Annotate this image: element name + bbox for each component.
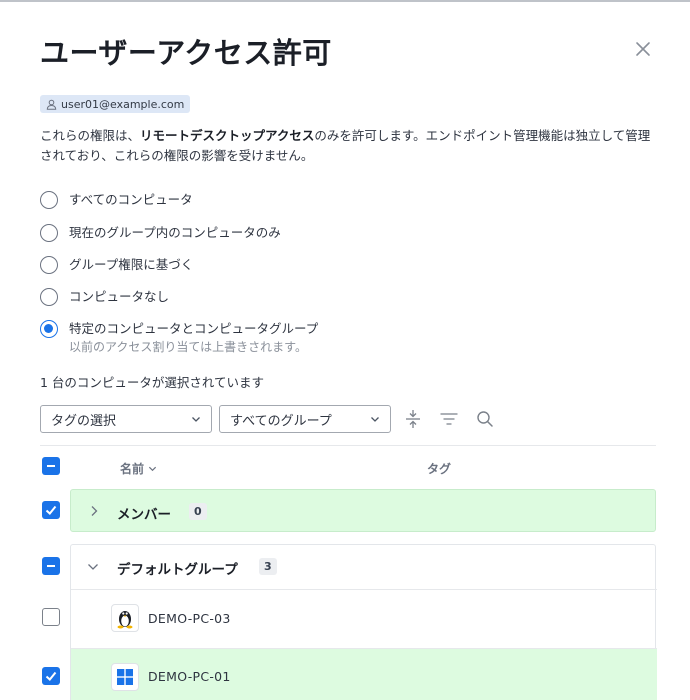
option-label-block: 特定のコンピュータとコンピュータグループ 以前のアクセス割り当ては上書きされます… [69, 320, 318, 356]
computer-row-demo-pc-03[interactable]: DEMO-PC-03 [71, 590, 657, 648]
chevron-down-icon[interactable] [87, 562, 99, 572]
check-icon [45, 671, 57, 681]
group-checkbox-default[interactable] [42, 557, 60, 575]
close-icon[interactable] [632, 38, 654, 60]
indeterminate-icon [47, 465, 55, 467]
option-specific-computers[interactable]: 特定のコンピュータとコンピュータグループ 以前のアクセス割り当ては上書きされます… [40, 320, 318, 356]
computer-checkbox-demo-pc-03[interactable] [42, 608, 60, 626]
filter-icon[interactable] [438, 408, 460, 430]
user-icon [46, 99, 57, 110]
column-header-name[interactable]: 名前 [120, 460, 157, 477]
column-name-label: 名前 [120, 462, 145, 476]
expand-collapse-icon[interactable] [402, 408, 424, 430]
column-header-tag: タグ [427, 462, 452, 476]
option-current-group[interactable]: 現在のグループ内のコンピュータのみ [40, 224, 281, 242]
tag-select-value: タグの選択 [51, 413, 117, 429]
group-name: デフォルトグループ [117, 562, 238, 578]
radio-button[interactable] [40, 288, 58, 306]
group-count-badge: 3 [259, 558, 277, 575]
option-no-computers[interactable]: コンピュータなし [40, 288, 169, 306]
option-sublabel: 以前のアクセス割り当ては上書きされます。 [69, 340, 307, 354]
selection-count: 1 台のコンピュータが選択されています [40, 375, 265, 390]
indeterminate-icon [47, 565, 55, 567]
chevron-down-icon [149, 466, 157, 472]
option-label: グループ権限に基づく [69, 257, 194, 272]
description-bold: リモートデスクトップアクセス [140, 128, 315, 143]
description-text-1: これらの権限は、 [40, 128, 141, 143]
radio-button-selected[interactable] [40, 320, 58, 338]
top-border [0, 0, 690, 2]
chevron-down-icon [371, 417, 379, 422]
option-label: コンピュータなし [69, 289, 170, 304]
computer-name: DEMO-PC-01 [148, 669, 231, 684]
option-group-permission[interactable]: グループ権限に基づく [40, 256, 193, 274]
radio-button[interactable] [40, 191, 58, 209]
tag-select[interactable]: タグの選択 [40, 405, 212, 433]
user-badge: user01@example.com [40, 95, 191, 113]
chevron-down-icon [192, 417, 200, 422]
radio-button[interactable] [40, 256, 58, 274]
user-email: user01@example.com [61, 97, 185, 111]
windows-icon [111, 663, 139, 691]
group-name: メンバー [117, 507, 171, 523]
dialog-title: ユーザーアクセス許可 [40, 36, 332, 70]
permission-description: これらの権限は、リモートデスクトップアクセスのみを許可します。エンドポイント管理… [40, 126, 660, 166]
group-row-members[interactable]: メンバー 0 [70, 489, 656, 532]
search-icon[interactable] [474, 408, 496, 430]
group-checkbox-members[interactable] [42, 501, 60, 519]
check-icon [45, 505, 57, 515]
option-label: すべてのコンピュータ [69, 192, 193, 207]
option-label: 特定のコンピュータとコンピュータグループ [69, 321, 319, 336]
computer-checkbox-demo-pc-01[interactable] [42, 667, 60, 685]
option-label: 現在のグループ内のコンピュータのみ [69, 225, 281, 240]
group-count-badge: 0 [189, 503, 207, 520]
group-select[interactable]: すべてのグループ [219, 405, 391, 433]
computer-name: DEMO-PC-03 [148, 611, 231, 626]
computer-row-demo-pc-01[interactable]: DEMO-PC-01 [71, 649, 657, 700]
group-row-default: デフォルトグループ 3 DEMO-PC-03 DEMO-PC-01 [70, 544, 657, 700]
radio-button[interactable] [40, 224, 58, 242]
group-select-value: すべてのグループ [230, 413, 332, 429]
linux-icon [111, 604, 139, 632]
chevron-right-icon[interactable] [89, 505, 99, 517]
option-all-computers[interactable]: すべてのコンピュータ [40, 191, 193, 209]
select-all-checkbox[interactable] [42, 457, 60, 475]
group-header-default[interactable]: デフォルトグループ 3 [71, 545, 657, 589]
table-divider [40, 445, 656, 446]
